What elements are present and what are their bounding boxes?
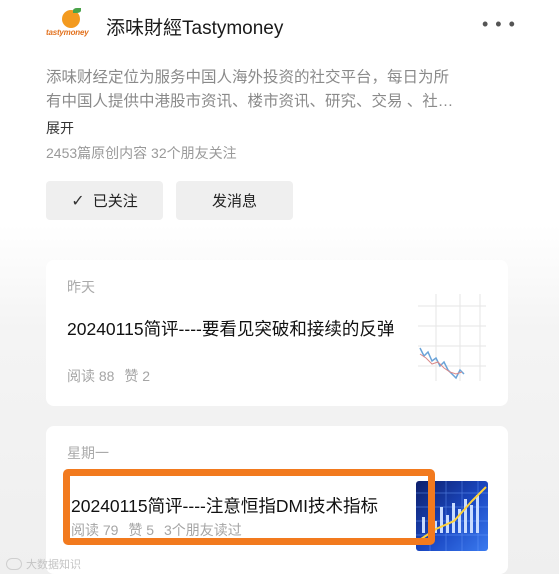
send-message-button[interactable]: 发消息 xyxy=(176,181,293,220)
article-meta: 阅读 88 赞 2 xyxy=(67,366,156,386)
logo-wordmark: tastymoney xyxy=(46,28,89,37)
description-line-2: 有中国人提供中港股市资讯、楼市资讯、研究、交易 、社… xyxy=(46,93,454,110)
account-logo[interactable]: tastymoney xyxy=(46,8,94,44)
read-count: 阅读 88 xyxy=(67,368,115,384)
account-header: tastymoney 添味財經Tastymoney xyxy=(46,8,516,44)
article-card[interactable]: 昨天 20240115简评----要看见突破和接续的反弹 阅读 88 赞 2 xyxy=(46,260,508,406)
leaf-icon xyxy=(73,8,81,13)
article-date: 昨天 xyxy=(67,279,95,295)
more-options-icon[interactable]: • • • xyxy=(482,15,516,33)
expand-link[interactable]: 展开 xyxy=(46,118,74,138)
watermark-icon xyxy=(6,558,22,570)
send-message-label: 发消息 xyxy=(211,193,257,210)
account-name[interactable]: 添味財經Tastymoney xyxy=(106,13,283,40)
account-stats: 2453篇原创内容 32个朋友关注 xyxy=(46,145,237,161)
watermark: 大数据知识 xyxy=(6,556,81,572)
article-thumbnail[interactable] xyxy=(416,286,488,386)
watermark-text: 大数据知识 xyxy=(26,559,81,571)
article-date: 星期一 xyxy=(67,445,109,461)
followed-button-label: 已关注 xyxy=(92,193,138,210)
account-description: 添味财经定位为服务中国人海外投资的社交平台，每日为所 有中国人提供中港股市资讯、… xyxy=(46,66,514,114)
followed-button[interactable]: ✓ 已关注 xyxy=(46,181,163,220)
article-title[interactable]: 20240115简评----要看见突破和接续的反弹 xyxy=(67,317,407,342)
check-icon: ✓ xyxy=(71,192,85,210)
description-line-1: 添味财经定位为服务中国人海外投资的社交平台，每日为所 xyxy=(46,69,450,86)
highlight-box xyxy=(63,469,435,545)
like-count: 赞 2 xyxy=(124,368,151,384)
